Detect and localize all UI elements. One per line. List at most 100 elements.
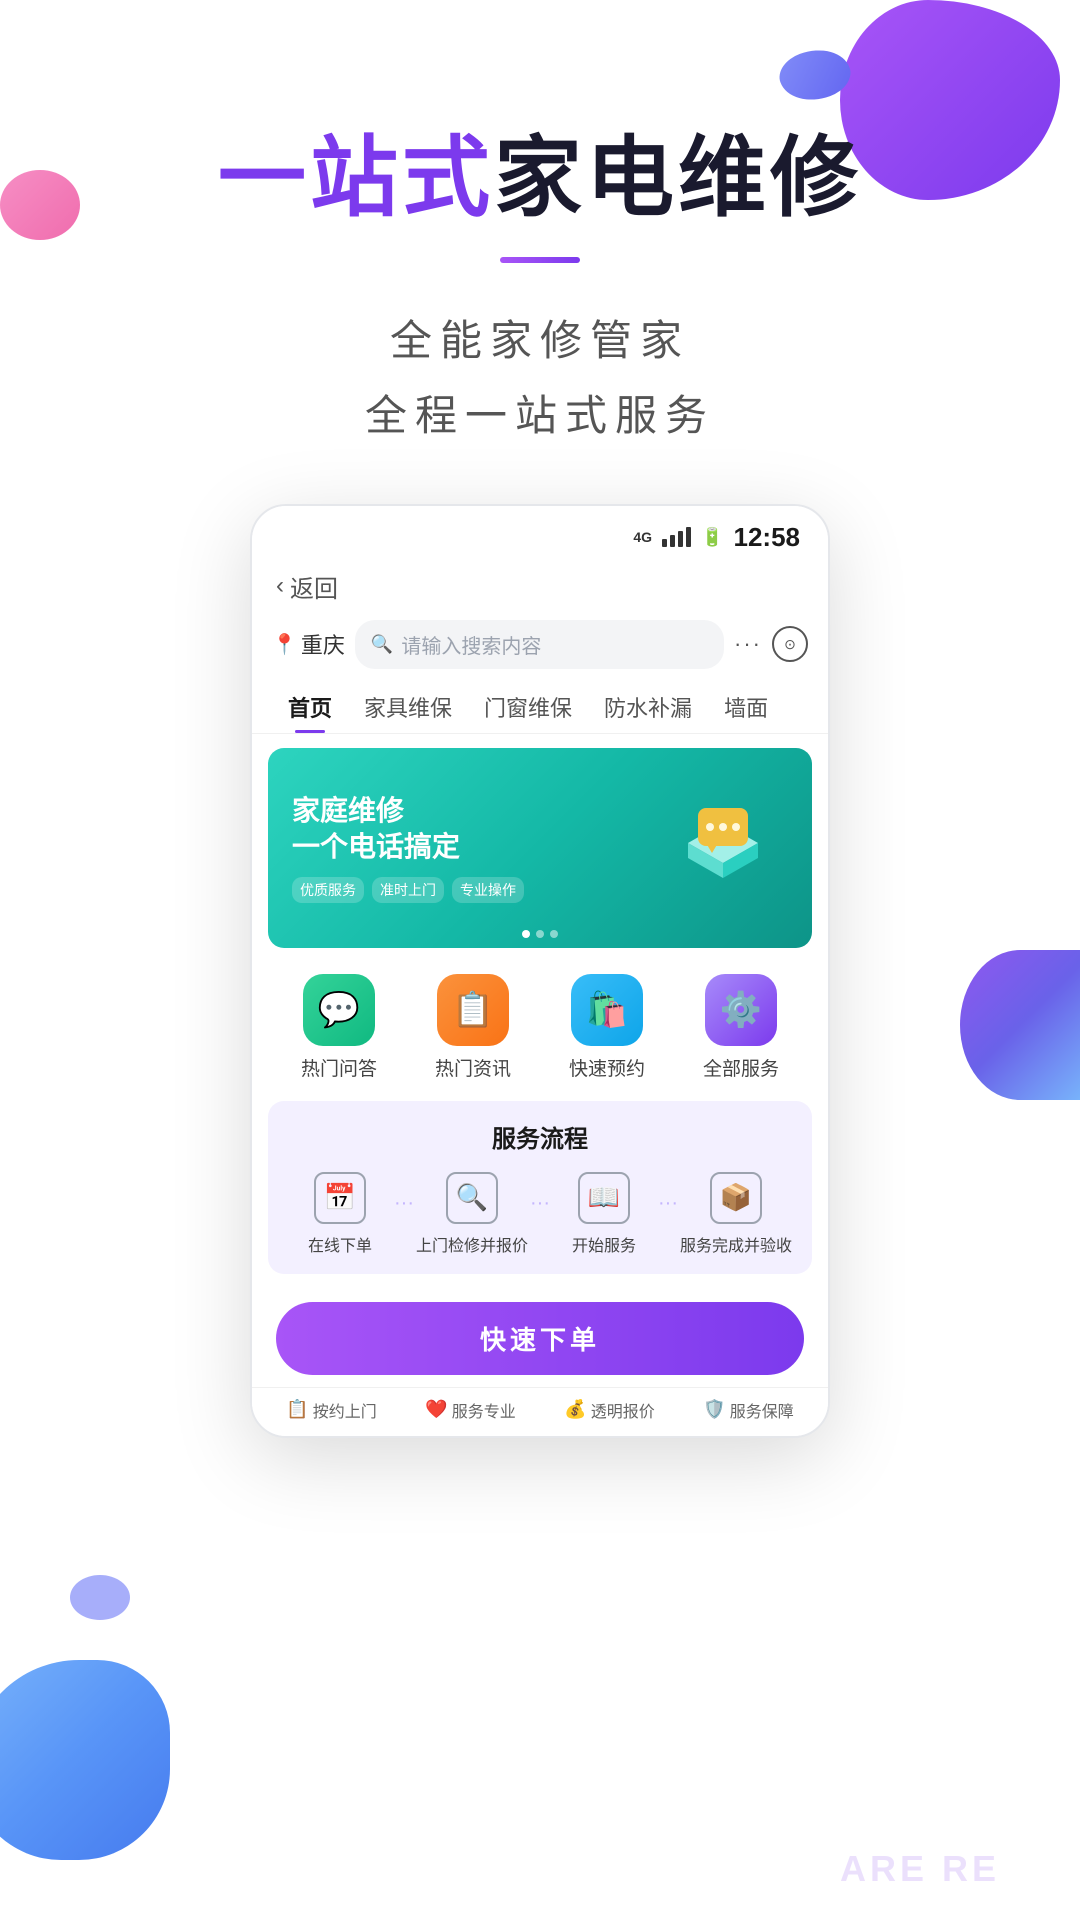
all-label: 全部服务	[703, 1054, 779, 1081]
battery-icon: 🔋	[701, 527, 723, 548]
network-indicator: 4G	[633, 529, 652, 545]
flow-icon-complete: 📦	[710, 1172, 762, 1224]
booking-label: 快速预约	[569, 1054, 645, 1081]
phone-footer: 📋 按约上门 ❤️ 服务专业 💰 透明报价 🛡️ 服务保障	[252, 1387, 828, 1436]
banner-text: 家庭维修 一个电话搞定 优质服务 准时上门 专业操作	[292, 793, 668, 904]
badge-punctual: 准时上门	[372, 877, 444, 903]
footer-item-price: 💰 透明报价	[564, 1398, 654, 1422]
quick-icon-qa[interactable]: 💬 热门问答	[301, 974, 377, 1081]
news-icon-circle: 📋	[437, 974, 509, 1046]
footer-label-visit: 按约上门	[313, 1398, 377, 1422]
banner-badges: 优质服务 准时上门 专业操作	[292, 877, 668, 903]
tab-wall[interactable]: 墙面	[708, 681, 784, 733]
scan-icon[interactable]: ⊙	[772, 626, 808, 662]
more-options-icon[interactable]: ···	[734, 631, 762, 657]
tab-windows[interactable]: 门窗维保	[468, 681, 588, 733]
quick-icon-booking[interactable]: 🛍️ 快速预约	[569, 974, 645, 1081]
qa-label: 热门问答	[301, 1054, 377, 1081]
service-flow-title: 服务流程	[288, 1119, 792, 1154]
flow-label-inspect: 上门检修并报价	[416, 1232, 528, 1256]
status-time: 12:58	[734, 522, 801, 553]
location-tag[interactable]: 📍 重庆	[272, 628, 345, 660]
banner-svg	[668, 788, 778, 898]
banner-title-line2: 一个电话搞定	[292, 829, 668, 865]
banner-title: 家庭维修 一个电话搞定	[292, 793, 668, 866]
search-placeholder: 请输入搜索内容	[401, 630, 541, 659]
flow-step-inspect: 🔍 上门检修并报价	[416, 1172, 528, 1256]
booking-icon: 🛍️	[586, 990, 628, 1030]
footer-icon-guarantee: 🛡️	[703, 1399, 725, 1420]
news-label: 热门资讯	[435, 1054, 511, 1081]
flow-arrow-1: ···	[394, 1192, 414, 1235]
subtitle-line2: 全程一站式服务	[0, 378, 1080, 454]
tab-bar: 首页 家具维保 门窗维保 防水补漏 墙面	[252, 681, 828, 734]
banner-illustration	[668, 788, 788, 908]
signal-bar-4	[686, 527, 691, 547]
flow-steps: 📅 在线下单 ··· 🔍 上门检修并报价 ··· 📖 开始服务 ··· 📦 服务…	[288, 1172, 792, 1256]
hero-subtitle: 全能家修管家 全程一站式服务	[0, 303, 1080, 454]
location-pin-icon: 📍	[272, 632, 297, 657]
flow-arrow-3: ···	[658, 1192, 678, 1235]
flow-label-service: 开始服务	[572, 1232, 636, 1256]
quick-icons-row: 💬 热门问答 📋 热门资讯 🛍️ 快速预约 ⚙️ 全部服务	[252, 958, 828, 1091]
back-label: 返回	[290, 569, 338, 604]
news-icon: 📋	[452, 990, 494, 1030]
phone-mockup: 4G 🔋 12:58 ‹ 返回 📍 重庆 🔍 请输入搜索内容	[250, 504, 830, 1438]
cta-wrapper: 快速下单	[252, 1288, 828, 1387]
dot-3	[550, 930, 558, 938]
flow-step-order: 📅 在线下单	[288, 1172, 392, 1256]
all-icon-circle: ⚙️	[705, 974, 777, 1046]
footer-icon-visit: 📋	[286, 1399, 308, 1420]
flow-arrow-2: ···	[530, 1192, 550, 1235]
badge-quality: 优质服务	[292, 877, 364, 903]
footer-icon-pro: ❤️	[425, 1399, 447, 1420]
search-icon: 🔍	[371, 634, 393, 655]
hero-title: 一站式家电维修	[0, 130, 1080, 227]
hero-divider	[500, 257, 580, 263]
location-text: 重庆	[301, 628, 345, 660]
signal-bar-3	[678, 531, 683, 547]
badge-professional: 专业操作	[452, 877, 524, 903]
blob-bottom-left-small	[70, 1575, 130, 1620]
flow-icon-service: 📖	[578, 1172, 630, 1224]
back-nav[interactable]: ‹ 返回	[252, 561, 828, 612]
subtitle-line1: 全能家修管家	[0, 303, 1080, 379]
search-box[interactable]: 🔍 请输入搜索内容	[355, 620, 724, 669]
phone-wrapper: 4G 🔋 12:58 ‹ 返回 📍 重庆 🔍 请输入搜索内容	[0, 504, 1080, 1438]
tab-furniture[interactable]: 家具维保	[348, 681, 468, 733]
bottom-watermark: ARE RE	[840, 1848, 1000, 1890]
footer-label-pro: 服务专业	[452, 1398, 516, 1422]
flow-step-service: 📖 开始服务	[552, 1172, 656, 1256]
hero-title-highlight: 一站式	[218, 128, 494, 227]
blob-bottom-left	[0, 1660, 170, 1860]
booking-icon-circle: 🛍️	[571, 974, 643, 1046]
quick-icon-all[interactable]: ⚙️ 全部服务	[703, 974, 779, 1081]
footer-item-guarantee: 🛡️ 服务保障	[703, 1398, 793, 1422]
footer-label-price: 透明报价	[591, 1398, 655, 1422]
tab-waterproof[interactable]: 防水补漏	[588, 681, 708, 733]
flow-step-complete: 📦 服务完成并验收	[680, 1172, 792, 1256]
tab-home[interactable]: 首页	[272, 681, 348, 733]
promo-banner: 家庭维修 一个电话搞定 优质服务 准时上门 专业操作	[268, 748, 812, 948]
hero-section: 一站式家电维修 全能家修管家 全程一站式服务	[0, 0, 1080, 454]
cta-button[interactable]: 快速下单	[276, 1302, 804, 1375]
status-bar: 4G 🔋 12:58	[252, 506, 828, 561]
quick-icon-news[interactable]: 📋 热门资讯	[435, 974, 511, 1081]
signal-bars	[662, 527, 691, 547]
signal-bar-2	[670, 535, 675, 547]
back-chevron: ‹	[276, 572, 284, 600]
footer-icon-price: 💰	[564, 1399, 586, 1420]
footer-label-guarantee: 服务保障	[730, 1398, 794, 1422]
flow-label-complete: 服务完成并验收	[680, 1232, 792, 1256]
all-icon: ⚙️	[720, 990, 762, 1030]
search-row: 📍 重庆 🔍 请输入搜索内容 ··· ⊙	[252, 612, 828, 681]
hero-title-rest: 家电维修	[494, 128, 862, 227]
qa-icon-circle: 💬	[303, 974, 375, 1046]
dot-2	[536, 930, 544, 938]
footer-item-visit: 📋 按约上门	[286, 1398, 376, 1422]
flow-label-order: 在线下单	[308, 1232, 372, 1256]
banner-dots	[522, 930, 558, 938]
qa-icon: 💬	[318, 990, 360, 1030]
banner-title-line1: 家庭维修	[292, 793, 668, 829]
flow-icon-order: 📅	[314, 1172, 366, 1224]
